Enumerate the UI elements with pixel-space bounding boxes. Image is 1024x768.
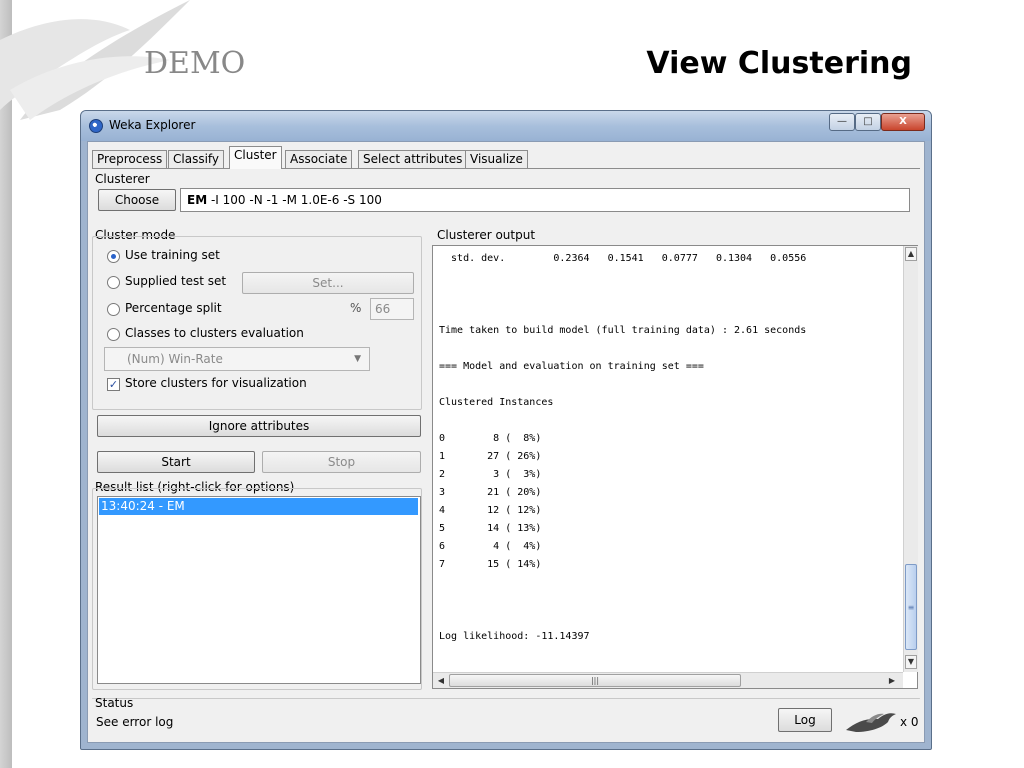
result-list[interactable]: 13:40:24 - EM xyxy=(97,496,421,684)
vertical-scroll-thumb[interactable]: ≡ xyxy=(905,564,917,650)
class-attribute-value: (Num) Win-Rate xyxy=(127,352,223,366)
classes-to-clusters-label: Classes to clusters evaluation xyxy=(125,326,304,340)
scroll-left-icon[interactable]: ◀ xyxy=(434,674,448,687)
store-clusters-checkbox[interactable]: ✓ xyxy=(107,378,120,391)
close-button[interactable]: X xyxy=(881,113,925,131)
status-count: x 0 xyxy=(900,715,919,729)
percentage-split-input[interactable]: 66 xyxy=(370,298,414,320)
window-titlebar[interactable]: Weka Explorer — □ X xyxy=(81,111,931,141)
weka-app-icon xyxy=(89,119,103,133)
scroll-right-icon[interactable]: ▶ xyxy=(885,674,899,687)
slide-title: View Clustering xyxy=(646,46,912,81)
ignore-attributes-button[interactable]: Ignore attributes xyxy=(97,415,421,437)
tab-preprocess[interactable]: Preprocess xyxy=(92,150,168,168)
clusterer-config-field[interactable]: EM -I 100 -N -1 -M 1.0E-6 -S 100 xyxy=(180,188,910,212)
status-text: See error log xyxy=(96,715,174,729)
tab-select-attributes[interactable]: Select attributes xyxy=(358,150,468,168)
maximize-button[interactable]: □ xyxy=(855,113,881,131)
set-test-set-button[interactable]: Set... xyxy=(242,272,414,294)
status-label: Status xyxy=(95,696,134,710)
tab-visualize[interactable]: Visualize xyxy=(465,150,528,168)
status-divider xyxy=(92,698,920,699)
result-list-item[interactable]: 13:40:24 - EM xyxy=(99,498,418,515)
tab-classify[interactable]: Classify xyxy=(168,150,225,168)
weka-bird-icon xyxy=(846,713,896,732)
class-attribute-select[interactable]: (Num) Win-Rate ▼ xyxy=(104,347,370,371)
store-clusters-label: Store clusters for visualization xyxy=(125,376,307,390)
window-title: Weka Explorer xyxy=(109,118,196,132)
start-button[interactable]: Start xyxy=(97,451,255,473)
output-horizontal-scrollbar[interactable]: ◀ ||| ▶ xyxy=(433,672,903,688)
demo-label: DEMO xyxy=(144,46,246,81)
minimize-button[interactable]: — xyxy=(829,113,855,131)
tab-divider xyxy=(92,168,920,169)
chevron-down-icon: ▼ xyxy=(354,354,361,364)
supplied-test-set-radio[interactable] xyxy=(107,276,120,289)
tab-cluster[interactable]: Cluster xyxy=(229,146,282,169)
tab-associate[interactable]: Associate xyxy=(285,150,353,168)
classes-to-clusters-radio[interactable] xyxy=(107,328,120,341)
percent-sign: % xyxy=(350,301,362,315)
clusterer-algorithm: EM xyxy=(187,193,208,207)
percentage-split-label: Percentage split xyxy=(125,301,222,315)
use-training-set-radio[interactable] xyxy=(107,250,120,263)
weka-explorer-window: Weka Explorer — □ X Preprocess Classify … xyxy=(80,110,932,750)
log-button[interactable]: Log xyxy=(778,708,832,732)
use-training-set-label: Use training set xyxy=(125,248,220,262)
window-client-area: Preprocess Classify Cluster Associate Se… xyxy=(87,141,925,743)
clusterer-output-pane[interactable]: std. dev. 0.2364 0.1541 0.0777 0.1304 0.… xyxy=(432,245,918,689)
supplied-test-set-label: Supplied test set xyxy=(125,274,227,288)
choose-button[interactable]: Choose xyxy=(98,189,176,211)
output-vertical-scrollbar[interactable]: ▲ ≡ ▼ xyxy=(903,246,918,672)
scroll-down-icon[interactable]: ▼ xyxy=(905,655,917,669)
scroll-up-icon[interactable]: ▲ xyxy=(905,247,917,261)
clusterer-section-label: Clusterer xyxy=(95,172,150,186)
stop-button[interactable]: Stop xyxy=(262,451,421,473)
percentage-split-radio[interactable] xyxy=(107,303,120,316)
clusterer-options: -I 100 -N -1 -M 1.0E-6 -S 100 xyxy=(207,193,382,207)
horizontal-scroll-thumb[interactable]: ||| xyxy=(449,674,741,687)
clusterer-output-text[interactable]: std. dev. 0.2364 0.1541 0.0777 0.1304 0.… xyxy=(433,246,903,670)
clusterer-output-label: Clusterer output xyxy=(437,228,536,242)
